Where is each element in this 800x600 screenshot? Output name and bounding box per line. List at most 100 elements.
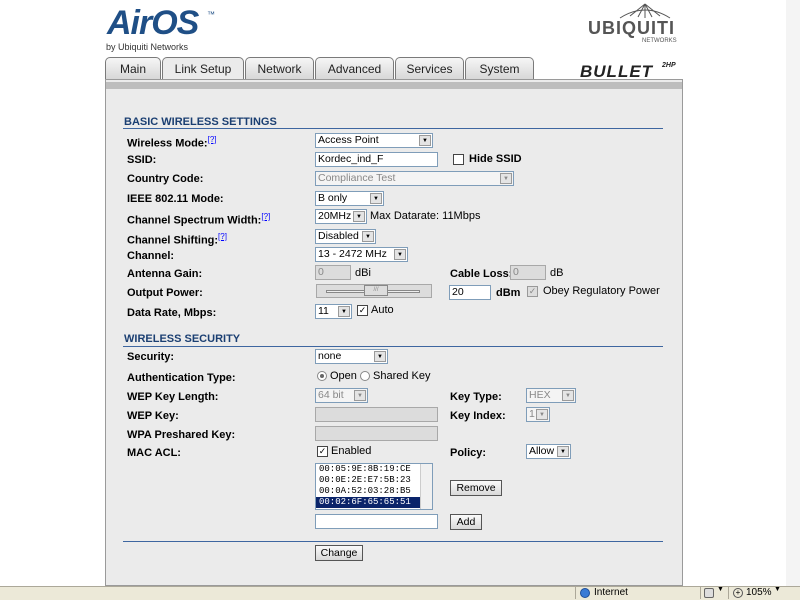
channel-shifting-select[interactable]: Disabled ▼ [315, 229, 376, 244]
zoom-level[interactable]: 105% [746, 587, 772, 598]
ubiquiti-dish-icon [619, 3, 671, 19]
chevron-down-icon: ▼ [354, 390, 366, 401]
chevron-down-icon: ▼ [370, 193, 382, 204]
cable-loss-label: Cable Loss: [450, 268, 513, 280]
ssid-input[interactable]: Kordec_ind_F [315, 152, 438, 167]
output-power-input[interactable]: 20 [449, 285, 491, 300]
hide-ssid-checkbox[interactable] [453, 154, 464, 165]
wireless-mode-select[interactable]: Access Point ▼ [315, 133, 433, 148]
chevron-down-icon: ▼ [419, 135, 431, 146]
wep-key-length-select[interactable]: 64 bit ▼ [315, 388, 368, 403]
change-button[interactable]: Change [315, 545, 363, 561]
wpa-key-label: WPA Preshared Key: [127, 429, 236, 441]
list-item[interactable]: 00:0A:52:03:28:B5 [316, 486, 432, 497]
tab-main[interactable]: Main [105, 57, 161, 80]
ssid-label: SSID: [127, 154, 157, 166]
auto-rate-checkbox[interactable]: ✓ [357, 305, 368, 316]
add-button[interactable]: Add [450, 514, 482, 530]
slider-thumb[interactable]: /// [364, 285, 388, 296]
chevron-down-icon: ▼ [557, 446, 569, 457]
ieee-mode-select[interactable]: B only ▼ [315, 191, 384, 206]
list-item[interactable]: 00:0E:2E:E7:5B:23 [316, 475, 432, 486]
channel-label: Channel: [127, 250, 175, 262]
ubiquiti-subtitle: NETWORKS [642, 38, 677, 44]
wireless-mode-help-link[interactable]: [?] [208, 135, 217, 144]
cable-loss-input[interactable]: 0 [510, 265, 546, 280]
wireless-security-title: WIRELESS SECURITY [124, 333, 241, 345]
key-type-select[interactable]: HEX ▼ [526, 388, 576, 403]
panel-top-bar [106, 82, 682, 89]
chevron-down-icon: ▼ [362, 231, 374, 242]
airos-logo: AirOS [107, 4, 199, 42]
chevron-down-icon: ▼ [562, 390, 574, 401]
obey-regulatory-checkbox[interactable]: ✓ [527, 286, 538, 297]
auto-rate-label: Auto [371, 304, 394, 316]
spectrum-width-label: Channel Spectrum Width:[?] [127, 212, 271, 227]
section-divider [123, 346, 663, 347]
globe-icon [580, 588, 590, 598]
data-rate-label: Data Rate, Mbps: [127, 307, 217, 319]
chevron-down-icon: ▼ [394, 249, 406, 260]
obey-regulatory-label: Obey Regulatory Power [543, 285, 660, 297]
mac-acl-enabled-checkbox[interactable]: ✓ [317, 446, 328, 457]
country-code-label: Country Code: [127, 173, 204, 185]
chevron-down-icon: ▼ [338, 306, 350, 317]
status-separator [728, 587, 729, 599]
airos-subtitle: by Ubiquiti Networks [106, 42, 189, 52]
tab-link-setup[interactable]: Link Setup [162, 57, 244, 81]
tab-advanced[interactable]: Advanced [315, 57, 394, 80]
output-power-unit: dBm [496, 287, 521, 299]
auth-open-radio[interactable] [317, 371, 327, 381]
section-divider [123, 128, 663, 129]
window-scrollbar[interactable] [786, 0, 800, 586]
chevron-down-icon: ▼ [353, 211, 365, 222]
tab-system[interactable]: System [465, 57, 534, 80]
ubiquiti-logo: UBIQUITI [588, 18, 675, 38]
policy-label: Policy: [450, 447, 487, 459]
auth-shared-label: Shared Key [373, 370, 431, 382]
bullet-logo-suffix: 2HP [662, 62, 676, 69]
channel-shifting-label: Channel Shifting:[?] [127, 232, 227, 247]
zoom-icon[interactable]: + [733, 588, 743, 598]
data-rate-select[interactable]: 11 ▼ [315, 304, 352, 319]
wep-key-input[interactable] [315, 407, 438, 422]
channel-select[interactable]: 13 - 2472 MHz ▼ [315, 247, 408, 262]
zone-label: Internet [594, 587, 628, 598]
auth-open-label: Open [330, 370, 357, 382]
status-separator [700, 587, 701, 599]
key-index-label: Key Index: [450, 410, 506, 422]
country-code-select[interactable]: Compliance Test ▼ [315, 171, 514, 186]
dropdown-arrow-icon[interactable]: ▼ [774, 586, 781, 593]
tab-services[interactable]: Services [395, 57, 464, 80]
dropdown-arrow-icon[interactable]: ▼ [717, 586, 724, 593]
channel-shifting-help-link[interactable]: [?] [218, 232, 227, 241]
protected-mode-icon[interactable] [704, 588, 714, 598]
policy-select[interactable]: Allow ▼ [526, 444, 571, 459]
spectrum-width-help-link[interactable]: [?] [261, 212, 270, 221]
key-index-select[interactable]: 1 ▼ [526, 407, 550, 422]
chevron-down-icon: ▼ [536, 409, 548, 420]
wpa-key-input[interactable] [315, 426, 438, 441]
antenna-gain-unit: dBi [355, 267, 371, 279]
tab-network[interactable]: Network [245, 57, 314, 80]
max-datarate-text: Max Datarate: 11Mbps [370, 210, 481, 222]
auth-type-label: Authentication Type: [127, 372, 236, 384]
security-label: Security: [127, 351, 175, 363]
remove-button[interactable]: Remove [450, 480, 502, 496]
mac-list-scrollbar[interactable] [420, 464, 432, 509]
status-separator [575, 587, 576, 599]
tab-bar: Main Link Setup Network Advanced Service… [105, 57, 535, 81]
list-item[interactable]: 00:05:9E:8B:19:CE [316, 464, 432, 475]
mac-acl-list[interactable]: 00:05:9E:8B:19:CE 00:0E:2E:E7:5B:23 00:0… [315, 463, 433, 510]
security-select[interactable]: none ▼ [315, 349, 388, 364]
list-item[interactable]: 00:02:6F:65:65:51 [316, 497, 432, 508]
hide-ssid-label: Hide SSID [469, 153, 522, 165]
ieee-mode-label: IEEE 802.11 Mode: [127, 193, 224, 205]
antenna-gain-input[interactable]: 0 [315, 265, 351, 280]
cable-loss-unit: dB [550, 267, 564, 279]
spectrum-width-select[interactable]: 20MHz ▼ [315, 209, 367, 224]
auth-shared-radio[interactable] [360, 371, 370, 381]
mac-add-input[interactable] [315, 514, 438, 529]
mac-acl-label: MAC ACL: [127, 447, 181, 459]
wep-key-label: WEP Key: [127, 410, 179, 422]
